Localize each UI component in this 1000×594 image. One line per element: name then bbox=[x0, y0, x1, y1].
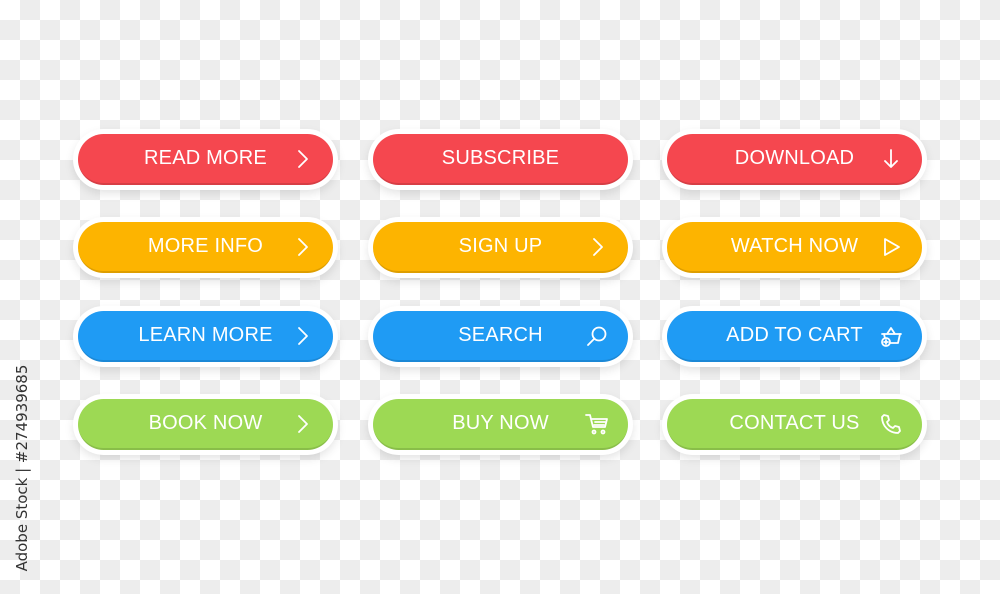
button-label: SIGN UP bbox=[458, 235, 543, 257]
book-now-button[interactable]: BOOK NOW bbox=[78, 399, 333, 450]
learn-more-button[interactable]: LEARN MORE bbox=[78, 311, 333, 362]
sign-up-button[interactable]: SIGN UP bbox=[373, 222, 628, 273]
add-to-cart-button[interactable]: ADD TO CART bbox=[667, 311, 922, 362]
button-label: BUY NOW bbox=[452, 412, 549, 434]
chevron-right-icon bbox=[289, 234, 315, 260]
watch-now-button[interactable]: WATCH NOW bbox=[667, 222, 922, 273]
play-icon bbox=[878, 234, 904, 260]
chevron-right-icon bbox=[289, 411, 315, 437]
download-button[interactable]: DOWNLOAD bbox=[667, 134, 922, 185]
button-label: SEARCH bbox=[458, 324, 543, 346]
basket-add-icon bbox=[878, 323, 904, 349]
read-more-button[interactable]: READ MORE bbox=[78, 134, 333, 185]
button-label: SUBSCRIBE bbox=[441, 147, 560, 169]
button-label: READ MORE bbox=[144, 147, 267, 169]
buy-now-button[interactable]: BUY NOW bbox=[373, 399, 628, 450]
button-label: CONTACT US bbox=[729, 412, 860, 434]
chevron-right-icon bbox=[289, 323, 315, 349]
chevron-right-icon bbox=[289, 146, 315, 172]
button-label: LEARN MORE bbox=[138, 324, 273, 346]
arrow-down-icon bbox=[878, 146, 904, 172]
chevron-right-icon bbox=[584, 234, 610, 260]
button-label: MORE INFO bbox=[147, 235, 264, 257]
contact-us-button[interactable]: CONTACT US bbox=[667, 399, 922, 450]
more-info-button[interactable]: MORE INFO bbox=[78, 222, 333, 273]
cart-icon bbox=[584, 411, 610, 437]
search-button[interactable]: SEARCH bbox=[373, 311, 628, 362]
search-icon bbox=[584, 323, 610, 349]
subscribe-button[interactable]: SUBSCRIBE bbox=[373, 134, 628, 185]
watermark: Adobe Stock | #274939685 bbox=[13, 364, 31, 572]
button-label: WATCH NOW bbox=[730, 235, 859, 257]
button-label: DOWNLOAD bbox=[734, 147, 855, 169]
button-label: ADD TO CART bbox=[726, 324, 863, 346]
phone-icon bbox=[878, 411, 904, 437]
button-label: BOOK NOW bbox=[148, 412, 263, 434]
